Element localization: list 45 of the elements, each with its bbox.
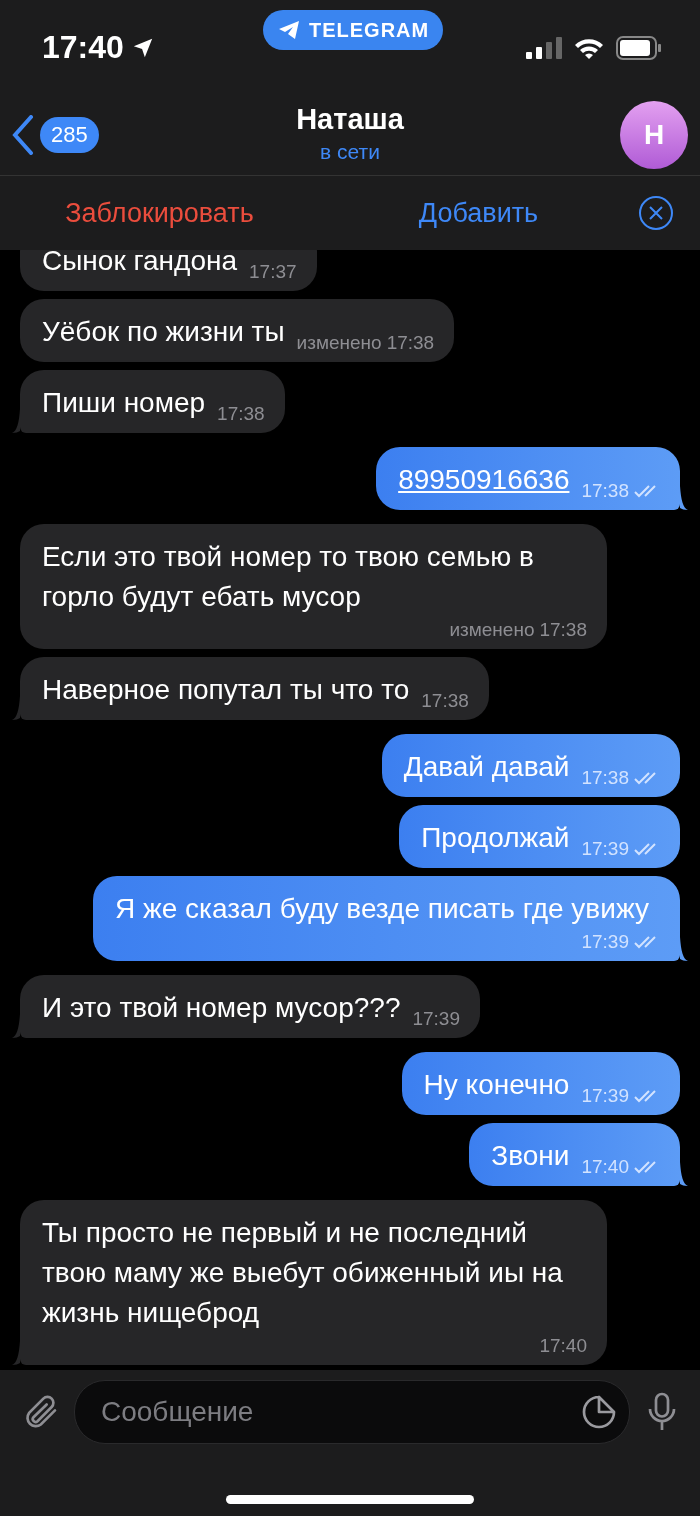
add-contact-button[interactable]: Добавить [319,191,638,235]
message-time: 17:38 [539,618,587,642]
app-return-pill[interactable]: TELEGRAM [263,10,444,50]
sticker-icon[interactable] [581,1394,617,1430]
signal-icon [526,36,562,59]
paper-plane-icon [277,19,301,41]
message-text: Если это твой номер то твою семью в горло будут ебать мусор [42,540,535,614]
message-time: 17:37 [249,260,297,284]
message-text: Уёбок по жизни ты [42,315,285,349]
message-text: И это твой номер мусор??? [42,991,401,1025]
message-time: 17:40 [539,1334,587,1358]
message-text: Пиши номер [42,386,206,420]
message-time: 17:39 [412,1007,460,1031]
block-button[interactable]: Заблокировать [0,191,319,235]
message-time: 17:38 [386,331,435,355]
contact-avatar[interactable]: Н [620,101,688,169]
contact-name: Наташа [296,103,404,136]
clock-time: 17:40 [42,29,124,66]
message-time: 17:38 [421,689,469,713]
message-time: 17:39 [581,837,629,861]
message-time: 17:38 [217,402,265,426]
edited-label: изменено [449,618,535,642]
wifi-icon [574,36,604,59]
close-icon[interactable] [638,195,674,231]
message-time: 17:39 [581,1084,629,1108]
message-text: Ты просто не первый и не последний твою маму же выебут обиженный иы на жизнь нищеброд [42,1216,564,1330]
message-text: Давай давай [403,750,570,784]
edited-label: изменено [296,331,382,355]
message-text: Продолжай [421,821,570,855]
message-time: 17:39 [581,930,629,954]
message-text: Сынок гандона [42,250,237,278]
message-text: Ну конечно [423,1068,570,1102]
phone-link[interactable]: 89950916636 [398,460,570,500]
message-time: 17:38 [581,766,629,790]
message-text: Звони [491,1139,570,1173]
message-time: 17:38 [581,479,629,503]
battery-icon [616,35,662,60]
unread-count-badge[interactable]: 285 [40,117,99,153]
message-time: 17:40 [581,1155,629,1179]
message-input[interactable]: Сообщение [99,1395,581,1429]
contact-status: в сети [320,140,380,164]
message-input-field[interactable]: Сообщение [74,1380,630,1444]
message-text: Я же сказал буду везде писать где увижу [115,892,649,926]
message-text: Наверное попутал ты что то [42,673,410,707]
back-chevron-icon[interactable] [12,115,34,155]
